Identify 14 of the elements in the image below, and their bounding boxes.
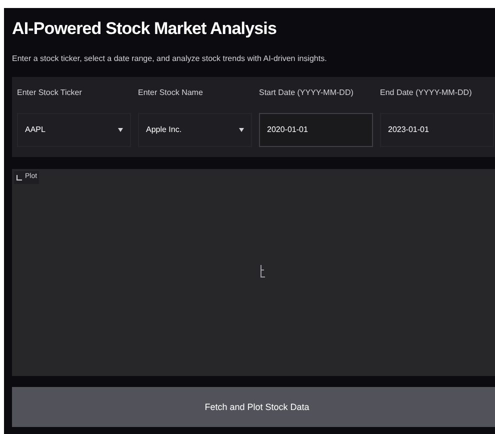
fetch-plot-button[interactable]: Fetch and Plot Stock Data — [12, 387, 495, 428]
field-label: Start Date (YYYY-MM-DD) — [259, 87, 354, 100]
date-field[interactable]: 2023-01-01 — [380, 113, 494, 148]
field-label: End Date (YYYY-MM-DD) — [380, 87, 473, 100]
dropdown-field[interactable]: Apple Inc. — [138, 113, 252, 148]
dropdown-caret-icon — [118, 128, 123, 132]
dropdown-caret-icon — [239, 128, 244, 132]
field-label: Enter Stock Name — [138, 87, 204, 100]
chart-icon — [16, 174, 23, 181]
dropdown-field[interactable]: AAPL — [17, 113, 131, 148]
date-field[interactable]: 2020-01-01 — [259, 113, 373, 148]
field-label: Enter Stock Ticker — [17, 87, 83, 100]
page-subtitle: Enter a stock ticker, select a date range, and analyze stock trends with AI-driven insights. — [12, 53, 328, 66]
page-title: AI-Powered Stock Market Analysis — [12, 18, 278, 40]
